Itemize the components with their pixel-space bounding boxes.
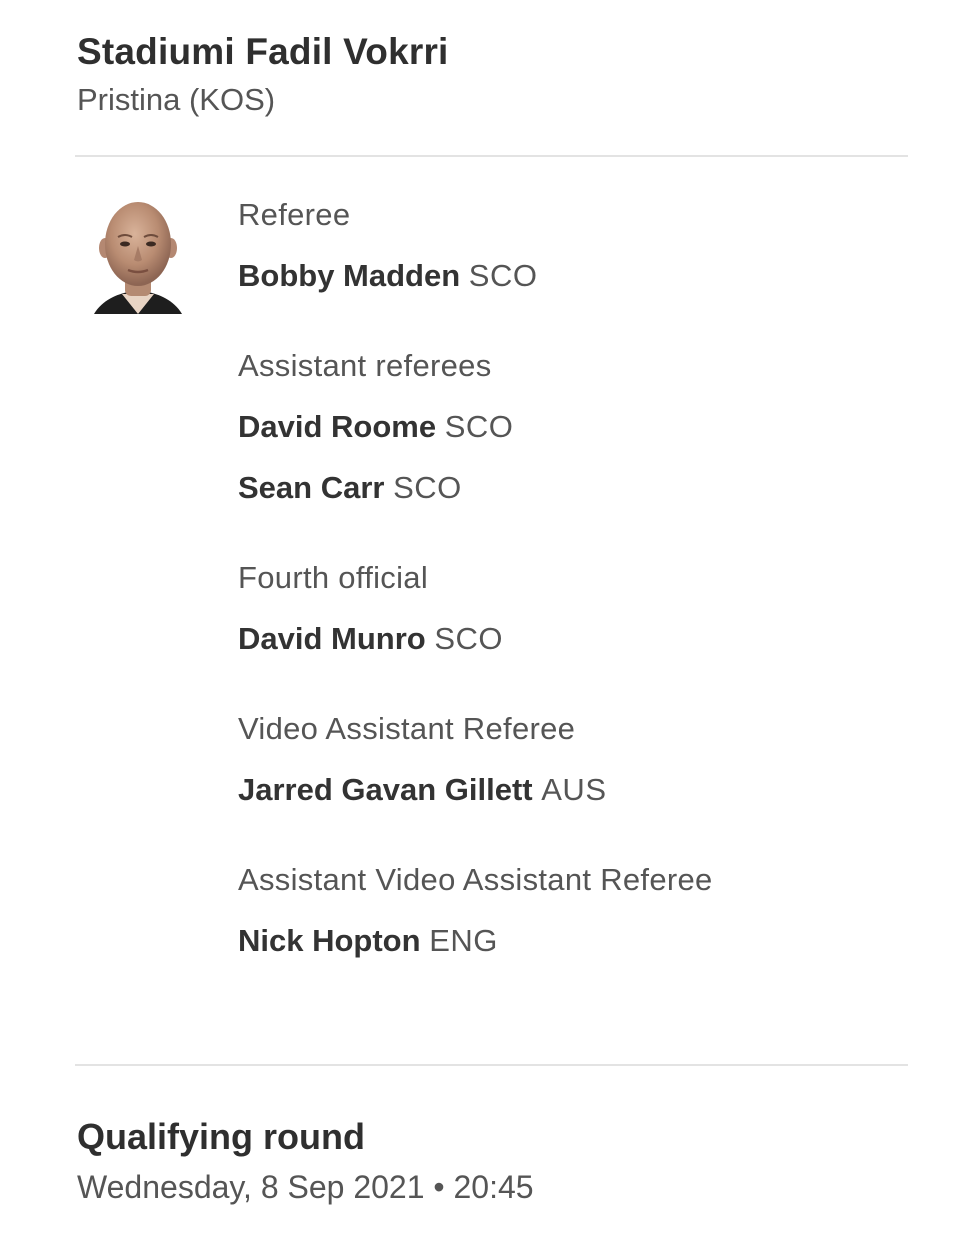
- official-group-avar: Assistant Video Assistant Referee Nick H…: [238, 855, 888, 966]
- match-datetime: Wednesday, 8 Sep 2021 • 20:45: [77, 1169, 534, 1205]
- round-info: Qualifying round Wednesday, 8 Sep 2021 •…: [77, 1112, 534, 1210]
- role-label: Assistant referees: [238, 348, 492, 383]
- official-group-assistant-referees: Assistant referees David Roome SCO Sean …: [238, 341, 888, 513]
- official-name: David Roome: [238, 409, 437, 444]
- official-person[interactable]: David Munro SCO: [238, 614, 888, 664]
- official-nationality: SCO: [393, 470, 462, 505]
- official-nationality: SCO: [468, 258, 538, 293]
- official-name: Sean Carr: [238, 470, 385, 505]
- match-officials: Referee Bobby Madden SCO Assistant refer…: [238, 190, 888, 1006]
- official-name: Nick Hopton: [238, 923, 421, 958]
- referee-portrait-icon: [92, 202, 184, 322]
- stadium-info: Stadiumi Fadil Vokrri Pristina (KOS): [77, 28, 449, 122]
- official-person[interactable]: David Roome SCO: [238, 402, 888, 452]
- official-nationality: SCO: [444, 409, 514, 444]
- official-nationality: ENG: [429, 923, 498, 958]
- role-label: Video Assistant Referee: [238, 711, 576, 746]
- official-nationality: SCO: [434, 621, 504, 656]
- official-person[interactable]: Sean Carr SCO: [238, 463, 888, 513]
- official-group-var: Video Assistant Referee Jarred Gavan Gil…: [238, 704, 888, 815]
- stadium-name: Stadiumi Fadil Vokrri: [77, 31, 449, 72]
- official-person[interactable]: Bobby Madden SCO: [238, 251, 888, 301]
- divider: [75, 1064, 908, 1066]
- official-name: Bobby Madden: [238, 258, 461, 293]
- official-person[interactable]: Jarred Gavan Gillett AUS: [238, 765, 888, 815]
- official-group-fourth-official: Fourth official David Munro SCO: [238, 553, 888, 664]
- official-nationality: AUS: [541, 772, 607, 807]
- stadium-city: Pristina (KOS): [77, 82, 276, 117]
- role-label: Fourth official: [238, 560, 429, 595]
- role-label: Assistant Video Assistant Referee: [238, 862, 713, 897]
- match-info-panel: Stadiumi Fadil Vokrri Pristina (KOS) Ref…: [0, 0, 980, 1249]
- official-person[interactable]: Nick Hopton ENG: [238, 916, 888, 966]
- official-name: Jarred Gavan Gillett: [238, 772, 533, 807]
- official-name: David Munro: [238, 621, 426, 656]
- divider: [75, 155, 908, 157]
- role-label: Referee: [238, 197, 351, 232]
- round-title: Qualifying round: [77, 1116, 365, 1157]
- official-group-referee: Referee Bobby Madden SCO: [238, 190, 888, 301]
